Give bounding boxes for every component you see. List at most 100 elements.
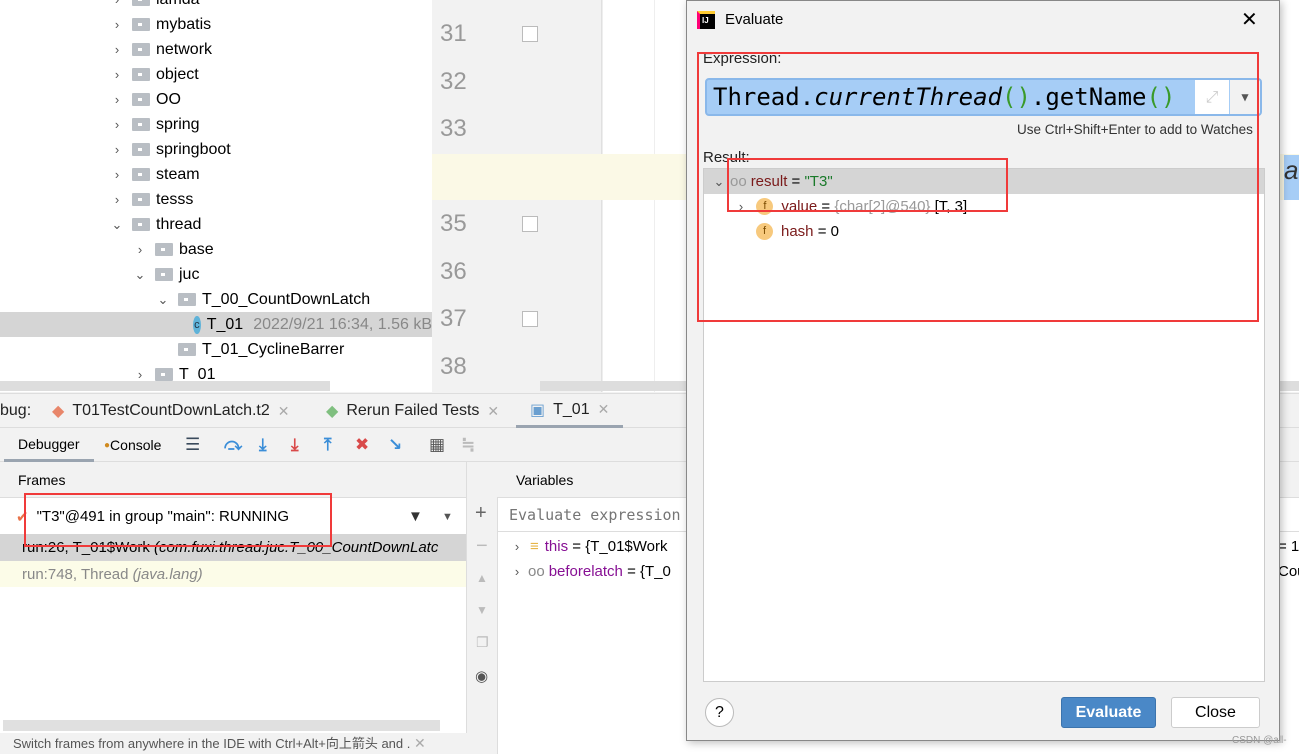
expand-icon[interactable]: ⤢ [1195, 80, 1229, 114]
chevron-right-icon[interactable]: › [110, 67, 124, 82]
drop-frame-icon[interactable]: ✖ [355, 435, 369, 455]
fold-marker-icon[interactable] [522, 311, 538, 327]
debugger-tab[interactable]: Debugger [4, 428, 94, 462]
tree-item[interactable]: › springboot [0, 137, 432, 162]
chevron-right-icon[interactable]: › [110, 167, 124, 182]
line-number[interactable]: 33 [440, 115, 467, 143]
watermark: CSDN @all- [1232, 735, 1287, 746]
watch-glasses-icon: oo [528, 563, 545, 580]
tree-item[interactable]: ⌄ thread [0, 212, 432, 237]
thread-selector[interactable]: ✔ "T3"@491 in group "main": RUNNING ▼ ▼ [0, 499, 466, 534]
duplicate-icon[interactable]: ❐ [476, 634, 489, 651]
expression-input[interactable]: Thread. currentThread() .getName() ⤢ ▼ [705, 78, 1262, 116]
tree-item[interactable]: › OO [0, 87, 432, 112]
filter-icon[interactable]: ▼ [408, 508, 423, 525]
add-watch-icon[interactable]: + [475, 502, 487, 525]
frames-hint: Switch frames from anywhere in the IDE w… [0, 733, 467, 754]
layout-icon[interactable]: ☰ [185, 435, 200, 455]
chevron-right-icon[interactable]: › [110, 192, 124, 207]
chevron-down-icon[interactable]: ⌄ [110, 217, 124, 233]
tree-item-label: OO [156, 90, 181, 108]
close-tab-icon[interactable]: ✕ [487, 403, 499, 420]
tree-item[interactable]: ⌄ juc [0, 262, 432, 287]
evaluate-expression-icon[interactable]: ▦ [429, 435, 445, 455]
fold-marker-icon[interactable] [522, 216, 538, 232]
tree-item-label: mybatis [156, 15, 212, 33]
run-to-cursor-icon[interactable]: ↘ [388, 435, 402, 455]
tree-item-label: spring [156, 115, 200, 133]
tree-item[interactable]: › steam [0, 162, 432, 187]
frame-row[interactable]: run:748, Thread (java.lang) [0, 561, 466, 587]
folder-icon [132, 218, 150, 231]
evaluate-button[interactable]: Evaluate [1061, 697, 1156, 728]
tree-item[interactable]: › mybatis [0, 12, 432, 37]
chevron-right-icon[interactable]: › [110, 17, 124, 32]
close-tab-icon[interactable]: ✕ [278, 403, 290, 420]
frames-scrollbar[interactable] [3, 720, 440, 731]
chevron-right-icon[interactable]: › [133, 242, 147, 257]
trace-icon: ≒ [461, 435, 476, 454]
line-number[interactable]: 31 [440, 20, 467, 48]
tree-item-label: juc [179, 265, 200, 283]
line-number[interactable]: 38 [440, 353, 467, 381]
application-icon: ▣ [530, 401, 546, 419]
fold-marker-icon[interactable] [522, 26, 538, 42]
result-tree: ⌄ oo result = "T3" › f value = {char[2]@540… [703, 168, 1265, 682]
tree-item-label: object [156, 65, 199, 83]
expression-label: Expression: [703, 50, 782, 67]
field-icon: f [756, 198, 774, 215]
tree-item-label: T_01 [206, 315, 244, 333]
watch-eye-icon[interactable]: ◉ [475, 667, 488, 685]
step-over-icon[interactable]: ⤼ [224, 435, 242, 455]
evaluate-dialog: IJ Evaluate ✕ Expression: Thread. current… [686, 0, 1280, 741]
line-number[interactable]: 35 [440, 210, 467, 238]
tab-t01testcountdownlatch[interactable]: ◆ T01TestCountDownLatch.t2 ✕ [52, 394, 290, 428]
line-number[interactable]: 37 [440, 305, 467, 333]
tab-rerun-failed-tests[interactable]: ◆ Rerun Failed Tests ✕ [326, 394, 499, 428]
history-dropdown-icon[interactable]: ▼ [1230, 80, 1260, 114]
tree-item[interactable]: › spring [0, 112, 432, 137]
close-dialog-icon[interactable]: ✕ [1241, 7, 1258, 32]
chevron-right-icon[interactable]: › [133, 367, 147, 382]
result-row[interactable]: ⌄ oo result = "T3" [704, 169, 1264, 194]
chevron-right-icon[interactable]: › [110, 42, 124, 57]
tree-item[interactable]: › tesss [0, 187, 432, 212]
chevron-right-icon[interactable]: › [110, 117, 124, 132]
tree-item[interactable]: T_01_CyclineBarrer [0, 337, 432, 362]
tree-horizontal-scrollbar[interactable] [0, 381, 330, 391]
remove-watch-icon[interactable]: − [476, 535, 488, 558]
tree-item-label: tesss [156, 190, 194, 208]
frames-header: Frames [0, 462, 466, 498]
chevron-right-icon[interactable]: › [110, 142, 124, 157]
step-out-icon[interactable]: ⤒ [324, 435, 332, 455]
tree-item[interactable]: ⌄ T_00_CountDownLatch [0, 287, 432, 312]
folder-icon [132, 118, 150, 131]
tab-t01[interactable]: ▣ T_01 ✕ [516, 394, 624, 428]
tree-item[interactable]: › base [0, 237, 432, 262]
move-down-icon[interactable]: ▼ [476, 603, 488, 617]
result-child-row[interactable]: › f value = {char[2]@540} [T, 3] [704, 194, 1264, 219]
dropdown-icon[interactable]: ▼ [442, 511, 453, 523]
chevron-right-icon[interactable]: › [110, 0, 124, 7]
folder-icon [155, 368, 173, 381]
close-button[interactable]: Close [1171, 697, 1260, 728]
tree-item[interactable]: › lamda [0, 0, 432, 12]
variables-side-toolbar: + − ▲ ▼ ❐ ◉ [468, 497, 498, 754]
help-button[interactable]: ? [705, 698, 734, 727]
force-step-into-icon[interactable]: ⤓ [291, 435, 299, 455]
chevron-down-icon[interactable]: ⌄ [133, 267, 147, 283]
step-into-icon[interactable]: ⤓ [259, 435, 267, 455]
line-number[interactable]: 36 [440, 258, 467, 286]
move-up-icon[interactable]: ▲ [476, 571, 488, 585]
line-number[interactable]: 32 [440, 68, 467, 96]
tree-item[interactable]: c T_01 2022/9/21 16:34, 1.56 kB [0, 312, 432, 337]
result-child-row[interactable]: f hash = 0 [704, 219, 1264, 244]
frame-row[interactable]: run:26, T_01$Work (com.fuxi.thread.juc.T… [0, 534, 466, 561]
close-hint-icon[interactable]: ✕ [414, 735, 426, 751]
console-tab[interactable]: ● Console [104, 428, 161, 462]
chevron-right-icon[interactable]: › [110, 92, 124, 107]
tree-item[interactable]: › object [0, 62, 432, 87]
close-tab-icon[interactable]: ✕ [598, 401, 610, 418]
tree-item[interactable]: › network [0, 37, 432, 62]
chevron-down-icon[interactable]: ⌄ [156, 292, 170, 308]
